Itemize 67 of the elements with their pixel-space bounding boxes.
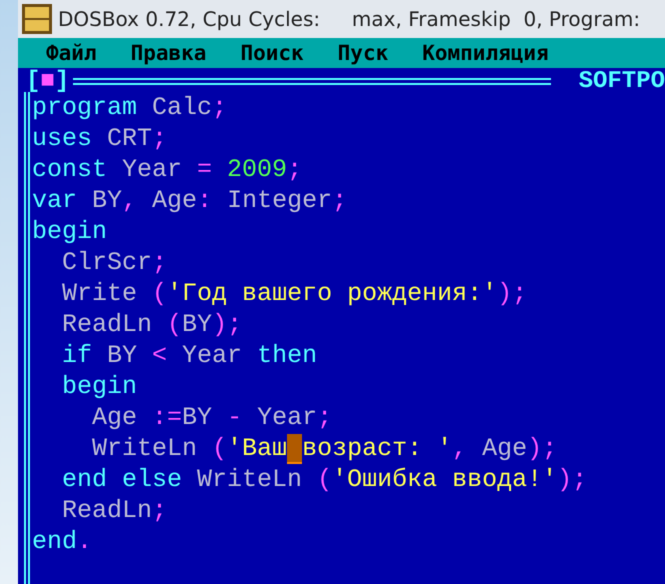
punctuation-token: ; (287, 155, 302, 184)
keyword-token: const (32, 155, 108, 184)
keyword-token: begin (32, 217, 108, 246)
identifier-token: CRT (106, 124, 152, 153)
punctuation-token: . (77, 527, 92, 556)
identifier-token: ClrScr (61, 248, 152, 277)
keyword-token: if (61, 341, 92, 370)
identifier-token: Year (257, 403, 318, 432)
punctuation-token: ; (152, 248, 168, 277)
punctuation-token: ( (167, 310, 182, 339)
string-token: 'Ошибка ввода!' (332, 465, 558, 494)
punctuation-token: ); (557, 465, 588, 494)
keyword-token: program (32, 93, 138, 122)
punctuation-token: ( (212, 434, 228, 463)
string-token: возраст: ' (302, 434, 452, 463)
punctuation-token: ; (332, 186, 348, 215)
menu-item[interactable]: Правка (130, 41, 206, 65)
identifier-token: WriteLn (196, 465, 304, 494)
keyword-token: uses (32, 124, 92, 153)
identifier-token: Calc (151, 93, 212, 122)
punctuation-token: < (152, 341, 168, 370)
keyword-token: var (32, 186, 78, 215)
identifier-token: Year (182, 341, 244, 370)
identifier-token: Age (152, 186, 198, 215)
identifier-token: Integer (227, 186, 332, 215)
identifier-token: Write (61, 279, 138, 308)
punctuation-token: - (227, 403, 244, 432)
text-cursor (287, 434, 302, 464)
identifier-token: ReadLn (61, 496, 152, 525)
identifier-token: Age (91, 403, 138, 432)
punctuation-token: ( (152, 279, 168, 308)
punctuation-token: ); (497, 279, 528, 308)
app-logo-icon (22, 4, 52, 34)
identifier-token: Age (482, 434, 528, 463)
keyword-token: begin (61, 372, 138, 401)
punctuation-token: ( (317, 465, 332, 494)
close-button[interactable]: [■] (18, 68, 70, 94)
punctuation-token: ); (212, 310, 242, 339)
identifier-token: WriteLn (91, 434, 198, 463)
punctuation-token: = (197, 155, 214, 184)
string-token: 'Год вашего рождения:' (167, 279, 498, 308)
punctuation-token: ; (317, 403, 332, 432)
identifier-token: Year (121, 155, 184, 184)
punctuation-token: ); (527, 434, 558, 463)
menu-item[interactable]: Поиск (240, 41, 304, 65)
identifier-token: BY (182, 310, 212, 339)
string-token: 'Ваш (227, 434, 288, 463)
punctuation-token: ; (152, 124, 168, 153)
punctuation-token: ; (212, 93, 228, 122)
punctuation-token: , (122, 186, 138, 215)
identifier-token: BY (91, 186, 122, 215)
menu-item[interactable]: Компиляция (422, 41, 549, 65)
punctuation-token: , (452, 434, 468, 463)
punctuation-token: := (152, 403, 182, 432)
window-title: DOSBox 0.72, Cpu Cycles: max, Frameskip 0, Program: (58, 7, 640, 31)
punctuation-token: ; (152, 496, 168, 525)
identifier-token: ReadLn (61, 310, 154, 339)
file-title: SOFTPO (578, 68, 665, 94)
menu-item[interactable]: Файл (46, 41, 97, 65)
number-token: 2009 (227, 155, 288, 184)
identifier-token: BY (182, 403, 214, 432)
identifier-token: BY (106, 341, 138, 370)
menu-item[interactable]: Пуск (338, 41, 388, 65)
keyword-token: end (32, 527, 78, 556)
keyword-token: then (257, 341, 318, 370)
keyword-token: end else (61, 465, 182, 494)
punctuation-token: : (197, 186, 214, 215)
